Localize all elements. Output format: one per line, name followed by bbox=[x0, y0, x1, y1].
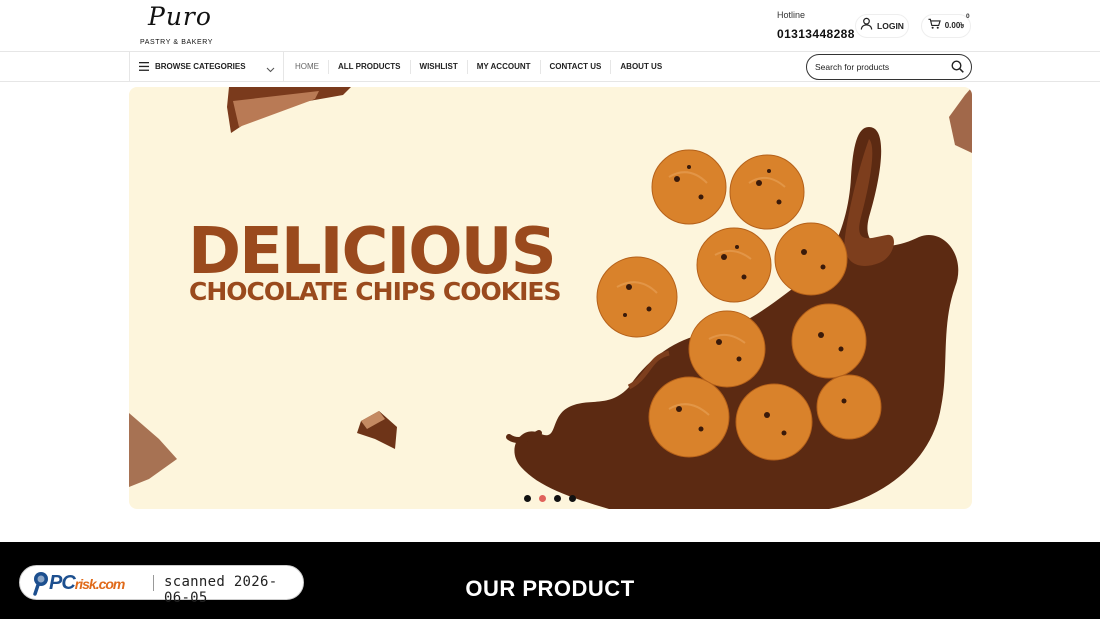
cart-count-badge: 0 bbox=[966, 13, 970, 20]
nav-item-wishlist[interactable]: WISHLIST bbox=[411, 59, 468, 74]
login-button[interactable]: LOGIN bbox=[855, 14, 909, 38]
magnifier-logo-icon bbox=[32, 570, 50, 601]
login-label: LOGIN bbox=[877, 21, 904, 31]
hotline: Hotline 01313448288 bbox=[777, 10, 855, 41]
cart-icon bbox=[928, 17, 941, 35]
browse-categories-dropdown[interactable]: BROWSE CATEGORIES bbox=[129, 52, 284, 81]
nav-item-my-account[interactable]: MY ACCOUNT bbox=[468, 59, 541, 74]
badge-brand-main: PC bbox=[49, 572, 76, 594]
nav-item-about-us[interactable]: ABOUT US bbox=[611, 60, 671, 74]
hero-slider[interactable]: DELICIOUS CHOCOLATE CHIPS COOKIES bbox=[129, 87, 972, 509]
slider-dot-2[interactable] bbox=[539, 495, 546, 502]
cart-button[interactable]: 0.00৳ bbox=[921, 14, 971, 38]
nav-item-home[interactable]: HOME bbox=[286, 59, 329, 74]
our-product-section: OUR PRODUCT PCrisk.com scanned 2026-06-0… bbox=[0, 542, 1100, 619]
main-navbar: BROWSE CATEGORIES HOME ALL PRODUCTS WISH… bbox=[0, 51, 1100, 82]
nav-item-all-products[interactable]: ALL PRODUCTS bbox=[329, 59, 411, 74]
chevron-down-icon bbox=[266, 61, 275, 79]
browse-categories-label: BROWSE CATEGORIES bbox=[155, 62, 246, 71]
menu-icon bbox=[139, 58, 149, 76]
hero-subheadline: CHOCOLATE CHIPS COOKIES bbox=[189, 277, 562, 306]
slider-dot-3[interactable] bbox=[554, 495, 561, 502]
user-icon bbox=[860, 17, 873, 35]
nav-item-contact-us[interactable]: CONTACT US bbox=[541, 59, 612, 74]
hero-headline: DELICIOUS bbox=[188, 215, 557, 289]
badge-brand-sub: risk.com bbox=[74, 576, 126, 592]
slider-dot-1[interactable] bbox=[524, 495, 531, 502]
slider-pagination bbox=[524, 495, 576, 502]
logo[interactable]: Puro PASTRY & BAKERY bbox=[138, 2, 212, 50]
slider-dot-4[interactable] bbox=[569, 495, 576, 502]
site-header: Puro PASTRY & BAKERY Hotline 01313448288… bbox=[0, 0, 1100, 52]
scan-badge: PCrisk.com scanned 2026-06-05 bbox=[19, 565, 304, 606]
search-box bbox=[806, 54, 972, 80]
hotline-label: Hotline bbox=[777, 10, 806, 20]
hotline-number[interactable]: 01313448288 bbox=[777, 27, 855, 41]
badge-divider bbox=[153, 575, 154, 591]
search-input[interactable] bbox=[815, 59, 945, 75]
search-icon[interactable] bbox=[951, 60, 964, 78]
badge-scan-text: scanned 2026-06-05 bbox=[164, 574, 278, 606]
logo-tagline: PASTRY & BAKERY bbox=[140, 39, 214, 46]
cart-total: 0.00৳ bbox=[944, 20, 965, 30]
logo-script: Puro bbox=[148, 2, 212, 31]
nav-menu: HOME ALL PRODUCTS WISHLIST MY ACCOUNT CO… bbox=[286, 52, 671, 81]
badge-brand: PCrisk.com bbox=[49, 572, 126, 595]
